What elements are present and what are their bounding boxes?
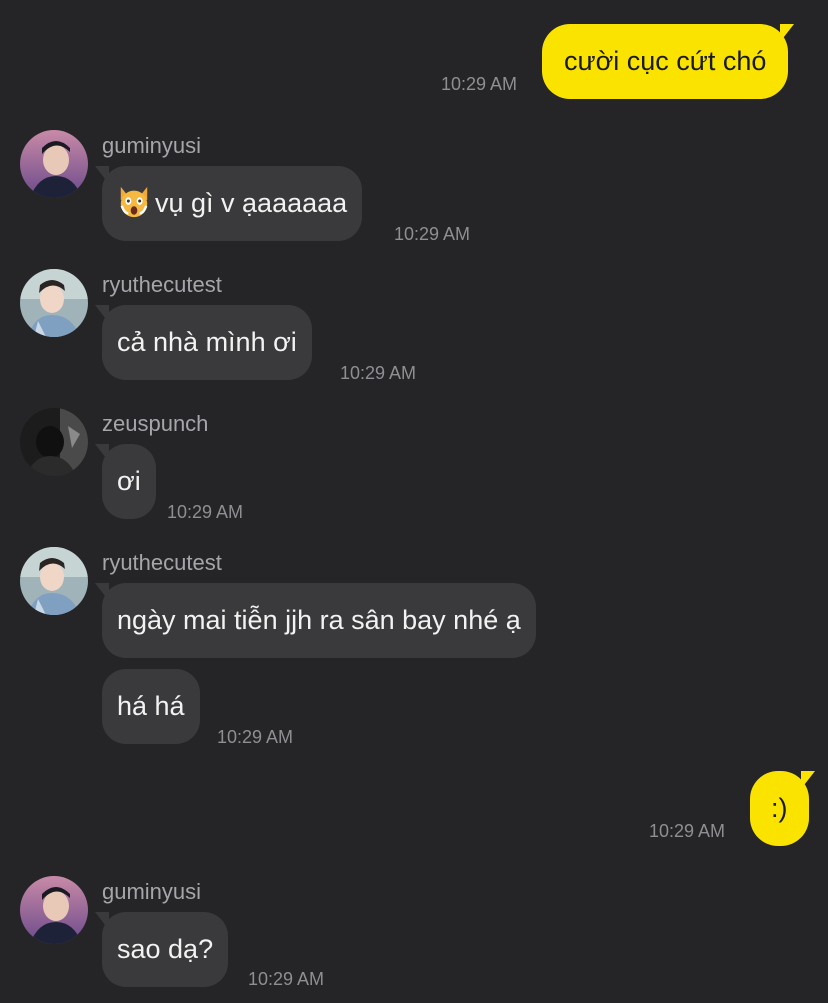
incoming-message-bubble[interactable]: sao dạ? xyxy=(94,912,229,987)
incoming-message-bubble[interactable]: ơi xyxy=(95,444,156,519)
message-time: 10:29 AM xyxy=(441,74,518,94)
sender-avatar-ryuthecutest[interactable] xyxy=(20,269,88,337)
message-text: ơi xyxy=(117,466,141,496)
message-time: 10:29 AM xyxy=(217,727,294,747)
message-time: 10:29 AM xyxy=(340,363,417,383)
outgoing-message-bubble[interactable]: cười cục cứt chó xyxy=(542,24,795,99)
incoming-message-bubble[interactable]: ngày mai tiễn jjh ra sân bay nhé ạ xyxy=(95,583,536,658)
incoming-message-bubble[interactable]: vụ gì v ạaaaaaa xyxy=(94,166,363,241)
sender-name: guminyusi xyxy=(102,879,202,904)
sender-name: guminyusi xyxy=(102,133,202,158)
message-text: sao dạ? xyxy=(117,934,214,964)
message-text: :) xyxy=(771,793,788,823)
message-time: 10:29 AM xyxy=(248,969,325,989)
message-time: 10:29 AM xyxy=(394,224,471,244)
message-text: ngày mai tiễn jjh ra sân bay nhé ạ xyxy=(117,605,521,635)
message-text: vụ gì v ạaaaaaa xyxy=(155,188,348,218)
incoming-message-bubble[interactable]: cả nhà mình ơi xyxy=(95,305,312,380)
scream-cat-emoji xyxy=(120,186,148,218)
message-text: cười cục cứt chó xyxy=(564,46,767,76)
sender-avatar-zeuspunch[interactable] xyxy=(20,408,88,476)
chat-thread[interactable]: 10:29 AM cười cục cứt chó guminyusi vụ g… xyxy=(0,0,828,1003)
incoming-message-bubble[interactable]: há há xyxy=(102,669,200,744)
sender-name: ryuthecutest xyxy=(102,272,222,297)
sender-avatar-guminyusi[interactable] xyxy=(20,876,88,944)
message-text: há há xyxy=(117,691,185,721)
message-time: 10:29 AM xyxy=(649,821,726,841)
message-text: cả nhà mình ơi xyxy=(117,327,297,357)
message-time: 10:29 AM xyxy=(167,502,244,522)
sender-avatar-guminyusi[interactable] xyxy=(20,130,88,198)
sender-name: zeuspunch xyxy=(102,411,209,436)
sender-name: ryuthecutest xyxy=(102,550,222,575)
sender-avatar-ryuthecutest[interactable] xyxy=(20,547,88,615)
outgoing-message-bubble[interactable]: :) xyxy=(750,771,814,846)
